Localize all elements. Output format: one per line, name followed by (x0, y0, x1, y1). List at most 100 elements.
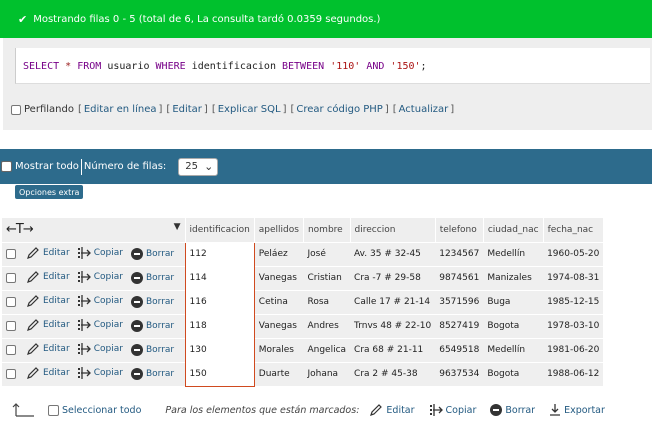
cell-apellidos[interactable]: Morales (254, 337, 304, 362)
show-all-checkbox[interactable] (1, 161, 12, 172)
row-delete-button[interactable]: Borrar (130, 343, 174, 356)
edit-link[interactable]: Editar (172, 104, 202, 115)
table-row: Editar Copiar Borrar 114 Vanegas Cristian Cra … (2, 265, 604, 290)
row-checkbox[interactable] (6, 296, 16, 307)
sort-dropdown-icon[interactable]: ▼ (174, 222, 181, 232)
row-actions-cell: Copiar Borrar (76, 289, 185, 314)
cell-nombre[interactable]: Andres (303, 313, 351, 338)
cell-apellidos[interactable]: Duarte (254, 361, 304, 386)
column-header-identificacion[interactable]: identificacion (185, 218, 255, 242)
cell-nombre[interactable]: José (303, 241, 351, 266)
cell-nombre[interactable]: Johana (303, 361, 351, 386)
cell-nombre[interactable]: Cristian (303, 265, 351, 290)
bulk-edit-button[interactable]: Editar (369, 403, 415, 417)
cell-identificacion[interactable]: 112 (184, 241, 255, 266)
column-header-fecha-nac[interactable]: fecha_nac (543, 218, 604, 242)
create-php-link[interactable]: Crear código PHP (296, 104, 382, 115)
cell-ciudad-nac[interactable]: Bogota (483, 361, 544, 386)
cell-nombre[interactable]: Rosa (303, 289, 351, 314)
extra-options-button[interactable]: Opciones extra (15, 185, 84, 199)
cell-fecha-nac[interactable]: 1985-12-15 (543, 289, 604, 314)
bulk-delete-button[interactable]: Borrar (490, 404, 535, 416)
select-all-link[interactable]: Seleccionar todo (62, 405, 141, 416)
cell-nombre[interactable]: Angelica (303, 337, 351, 362)
row-delete-button[interactable]: Borrar (130, 295, 174, 308)
bulk-export-button[interactable]: Exportar (549, 403, 605, 417)
row-copy-button[interactable]: Copiar (77, 342, 123, 356)
cell-telefono[interactable]: 8527419 (435, 313, 484, 338)
cell-identificacion[interactable]: 130 (184, 337, 255, 362)
cell-direccion[interactable]: Cra 68 # 21-11 (350, 337, 436, 362)
row-edit-button[interactable]: Editar (26, 318, 70, 332)
rows-per-page-select[interactable]: 25 ⌄ (178, 157, 219, 176)
row-delete-button[interactable]: Borrar (130, 271, 174, 284)
cell-ciudad-nac[interactable]: Manizales (483, 265, 544, 290)
column-resize-icon[interactable]: ←T→ (6, 222, 34, 237)
row-delete-button[interactable]: Borrar (130, 367, 174, 380)
cell-identificacion[interactable]: 114 (184, 265, 255, 290)
copy-icon (77, 318, 91, 331)
row-delete-button[interactable]: Borrar (130, 319, 174, 332)
row-edit-button[interactable]: Editar (26, 294, 70, 308)
row-checkbox[interactable] (6, 369, 16, 379)
row-actions-cell: Copiar Borrar (76, 361, 185, 386)
cell-apellidos[interactable]: Peláez (254, 241, 304, 266)
select-all-checkbox[interactable] (48, 404, 59, 416)
row-copy-label: Copiar (93, 343, 123, 354)
cell-ciudad-nac[interactable]: Bogota (483, 313, 544, 338)
cell-telefono[interactable]: 6549518 (435, 337, 484, 362)
cell-ciudad-nac[interactable]: Medellín (483, 241, 544, 266)
cell-fecha-nac[interactable]: 1974-08-31 (543, 265, 604, 290)
sql-query-code[interactable]: SELECT * FROM usuario WHERE identificaci… (15, 48, 650, 84)
row-checkbox[interactable] (6, 272, 16, 283)
cell-apellidos[interactable]: Cetina (254, 289, 304, 314)
cell-telefono[interactable]: 9874561 (435, 265, 484, 290)
row-select-cell (2, 265, 24, 290)
column-header-ciudad-nac[interactable]: ciudad_nac (483, 218, 544, 242)
cell-fecha-nac[interactable]: 1981-06-20 (543, 337, 604, 362)
cell-telefono[interactable]: 3571596 (435, 289, 484, 314)
cell-identificacion[interactable]: 116 (184, 289, 255, 314)
profiling-checkbox[interactable] (11, 104, 21, 115)
row-checkbox[interactable] (6, 344, 16, 355)
cell-fecha-nac[interactable]: 1988-06-12 (543, 361, 604, 386)
row-delete-button[interactable]: Borrar (130, 247, 174, 260)
cell-fecha-nac[interactable]: 1978-03-10 (543, 313, 604, 338)
cell-apellidos[interactable]: Vanegas (254, 265, 304, 290)
pencil-icon (370, 404, 383, 416)
cell-fecha-nac[interactable]: 1960-05-20 (543, 241, 604, 266)
cell-apellidos[interactable]: Vanegas (254, 313, 304, 338)
column-header-nombre[interactable]: nombre (303, 218, 351, 242)
row-edit-button[interactable]: Editar (26, 342, 70, 356)
bulk-copy-button[interactable]: Copiar (429, 403, 476, 417)
column-header-apellidos[interactable]: apellidos (254, 218, 304, 242)
cell-direccion[interactable]: Cra 2 # 45-38 (350, 361, 436, 386)
row-edit-button[interactable]: Editar (26, 246, 70, 260)
cell-direccion[interactable]: Calle 17 # 21-14 (350, 289, 436, 314)
row-copy-button[interactable]: Copiar (77, 318, 123, 332)
cell-telefono[interactable]: 9637534 (435, 361, 484, 386)
cell-direccion[interactable]: Trnvs 48 # 22-10 (350, 313, 436, 338)
cell-identificacion[interactable]: 150 (184, 361, 255, 387)
row-copy-button[interactable]: Copiar (77, 294, 123, 308)
cell-ciudad-nac[interactable]: Buga (483, 289, 544, 314)
column-header-direccion[interactable]: direccion (350, 218, 436, 242)
row-checkbox[interactable] (6, 248, 16, 259)
cell-direccion[interactable]: Av. 35 # 32-45 (350, 241, 436, 266)
row-checkbox[interactable] (6, 320, 16, 331)
cell-ciudad-nac[interactable]: Medellín (483, 337, 544, 362)
sql-keyword: BETWEEN (282, 61, 325, 72)
bulk-export-label: Exportar (564, 404, 605, 416)
row-copy-button[interactable]: Copiar (77, 246, 123, 260)
edit-inline-link[interactable]: Editar en línea (84, 104, 157, 115)
column-header-telefono[interactable]: telefono (435, 218, 484, 242)
explain-sql-link[interactable]: Explicar SQL (218, 104, 281, 115)
cell-identificacion[interactable]: 118 (184, 313, 255, 338)
cell-telefono[interactable]: 1234567 (435, 241, 484, 266)
row-edit-button[interactable]: Editar (26, 366, 70, 380)
row-copy-button[interactable]: Copiar (77, 270, 123, 284)
row-edit-button[interactable]: Editar (26, 270, 70, 284)
cell-direccion[interactable]: Cra -7 # 29-58 (350, 265, 436, 290)
refresh-link[interactable]: Actualizar (399, 104, 449, 115)
row-copy-button[interactable]: Copiar (77, 366, 123, 380)
